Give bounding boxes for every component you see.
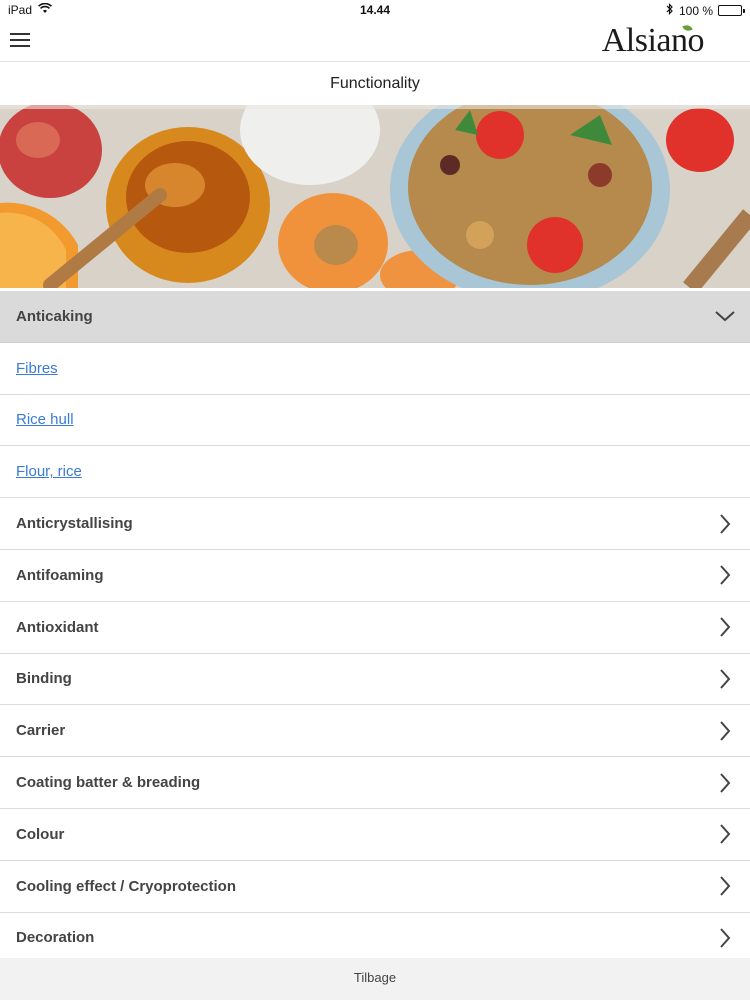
chevron-right-icon: [718, 565, 732, 586]
page-title: Functionality: [330, 75, 420, 92]
section-label: Coating batter & breading: [16, 774, 201, 792]
battery-percent: 100 %: [678, 3, 713, 18]
section-antioxidant[interactable]: Antioxidant: [0, 602, 750, 654]
chevron-right-icon: [718, 513, 732, 534]
section-label: Carrier: [16, 722, 66, 740]
section-label: Antifoaming: [16, 566, 104, 584]
chevron-right-icon: [718, 876, 732, 896]
section-label: Antioxidant: [16, 618, 99, 636]
chevron-right-icon: [718, 928, 732, 948]
battery-icon: [718, 5, 745, 16]
bluetooth-icon: [666, 3, 674, 18]
section-binding[interactable]: Binding: [0, 654, 750, 706]
section-decoration[interactable]: Decoration: [0, 913, 750, 965]
section-cooling-effect[interactable]: Cooling effect / Cryoprotection: [0, 861, 750, 913]
chevron-down-icon: [715, 309, 735, 323]
hero-image: [0, 105, 750, 288]
status-bar: iPad 14.44 100 %: [0, 0, 750, 22]
chevron-right-icon: [718, 772, 732, 793]
hamburger-icon[interactable]: [10, 31, 30, 49]
functionality-list: Anticaking Fibres Rice hull Flour, rice …: [0, 291, 750, 965]
section-label: Anticrystallising: [16, 515, 133, 533]
sub-item-rice-hull[interactable]: Rice hull: [0, 395, 750, 447]
sub-item-fibres[interactable]: Fibres: [0, 343, 750, 395]
sub-item-link[interactable]: Rice hull: [16, 411, 74, 428]
section-anticrystallising[interactable]: Anticrystallising: [0, 498, 750, 550]
sub-item-flour-rice[interactable]: Flour, rice: [0, 446, 750, 499]
section-anticaking[interactable]: Anticaking: [0, 291, 750, 343]
app-header: Alsiano: [0, 22, 750, 62]
chevron-right-icon: [718, 824, 732, 845]
status-time: 14.44: [359, 3, 391, 17]
section-colour[interactable]: Colour: [0, 809, 750, 861]
chevron-right-icon: [718, 617, 732, 637]
section-label: Colour: [16, 825, 65, 843]
section-coating-batter-breading[interactable]: Coating batter & breading: [0, 757, 750, 809]
chevron-right-icon: [718, 669, 732, 689]
sub-item-link[interactable]: Fibres: [16, 360, 58, 377]
section-label: Binding: [16, 670, 72, 688]
sub-item-link[interactable]: Flour, rice: [16, 463, 82, 480]
section-label: Anticaking: [16, 307, 93, 325]
section-label: Decoration: [16, 929, 95, 947]
section-label: Cooling effect / Cryoprotection: [16, 877, 237, 895]
back-button[interactable]: Tilbage: [0, 958, 750, 1000]
chevron-right-icon: [718, 721, 732, 741]
section-antifoaming[interactable]: Antifoaming: [0, 550, 750, 602]
section-carrier[interactable]: Carrier: [0, 705, 750, 758]
